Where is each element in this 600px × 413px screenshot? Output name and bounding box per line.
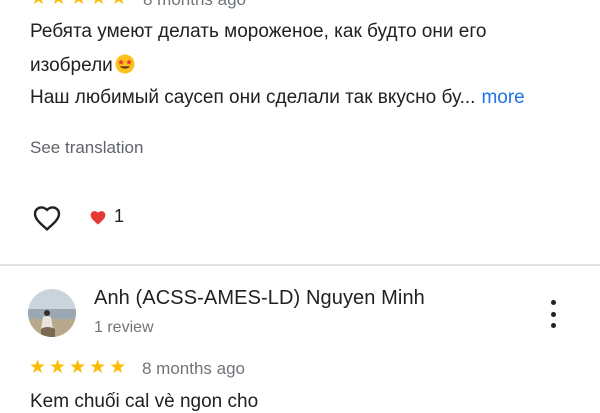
review-text-line: Наш любимый саусеп они сделали так вкусн… [30,86,525,110]
star-icon: ★ [50,0,67,9]
review-time: 8 months ago [143,0,246,10]
menu-dot [550,311,556,317]
author-name[interactable]: Anh (ACSS-AMES-LD) Nguyen Minh [94,287,425,310]
review-text-fragment: Наш любимый саусеп они сделали так вкусн… [30,87,476,108]
review-time: 8 months ago [142,359,246,378]
reaction-count: 1 [88,206,124,227]
avatar[interactable] [28,289,76,337]
rating-stars: ★ ★ ★ ★ ★ [29,358,126,378]
see-translation-link[interactable]: See translation [30,138,143,158]
star-icon: ★ [69,357,87,378]
divider [0,264,600,266]
more-vert-icon[interactable] [544,300,562,328]
heart-filled-icon [90,210,106,225]
review-text-line: Ребята умеют делать мороженое, как будто… [30,21,487,42]
star-icon: ★ [29,357,47,378]
star-icon: ★ [109,357,127,378]
star-icon: ★ [89,357,107,378]
star-icon: ★ [70,0,87,9]
reaction-count-value: 1 [114,206,125,226]
heart-outline-icon[interactable] [31,202,63,232]
star-icon: ★ [110,0,127,9]
more-link[interactable]: more [481,87,524,108]
star-icon: ★ [90,0,107,9]
rating-stars: ★ ★ ★ ★ ★ [30,0,127,9]
review-text-line: Kem chuối cal vè ngon cho [30,391,259,412]
menu-dot [550,300,556,305]
review-text-line: изобрели [30,54,135,78]
review-text-fragment: изобрели [30,55,113,76]
menu-dot [550,323,556,328]
star-icon: ★ [49,357,67,378]
star-struck-emoji-icon [115,54,135,74]
author-review-count: 1 review [94,319,154,336]
star-icon: ★ [30,0,47,9]
avatar-photo [28,289,76,337]
